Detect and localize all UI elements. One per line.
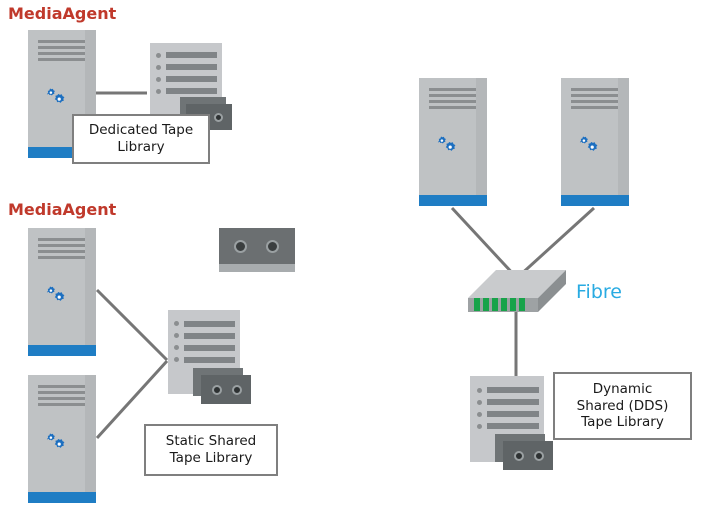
gears-icon [44,286,70,306]
callout-line-1: Dedicated Tape [88,122,194,139]
server-tower-icon-3[interactable] [28,375,96,503]
server-side-shade [618,78,629,206]
callout-line-1: Dynamic [592,380,653,397]
server-tower-icon-5[interactable] [561,78,629,206]
callout-dedicated-tape-library[interactable]: Dedicated Tape Library [72,114,210,164]
cartridge-reel-hole-left [234,240,247,253]
diagram-canvas: MediaAgent MediaAgent Dedicated Tape Lib… [0,0,709,515]
callout-dynamic-shared-dds-tape-library[interactable]: Dynamic Shared (DDS) Tape Library [553,372,692,440]
tape-library-icon-2[interactable] [168,310,251,418]
tape-cartridge-icon-front [201,375,251,404]
cartridge-reel-hole [214,113,223,122]
gears-icon [44,433,70,453]
fibre-switch-icon[interactable] [462,268,572,326]
server-vents [37,40,86,64]
cartridge-reel-hole-left [212,385,222,395]
server-status-bar [419,195,487,206]
server-vents [37,238,86,262]
library-rows [156,52,217,100]
server-side-shade [85,375,96,503]
callout-line-3: Tape Library [581,414,664,431]
cartridge-lip [219,264,295,272]
callout-line-1: Static Shared [165,433,257,450]
gears-icon [577,136,603,156]
server-side-shade [85,228,96,356]
library-rows [174,320,235,369]
gears-icon [44,88,70,108]
server-side-shade [476,78,487,206]
callout-line-2: Library [117,139,165,155]
tape-cartridge-icon-front [503,441,553,470]
link-ma4-sw1 [450,206,518,279]
tape-cartridge-icon-standalone[interactable] [219,228,295,272]
callout-static-shared-tape-library[interactable]: Static Shared Tape Library [144,424,278,476]
cartridge-reel-hole-right [534,451,544,461]
server-tower-icon-4[interactable] [419,78,487,206]
cartridge-reel-hole-right [232,385,242,395]
library-rows [476,387,539,435]
link-ma5-sw1 [516,206,596,279]
cartridge-reel-hole-right [266,240,279,253]
server-tower-icon-2[interactable] [28,228,96,356]
cartridge-shell [219,228,295,265]
server-vents [37,385,86,409]
callout-line-2: Tape Library [169,450,253,466]
tape-library-icon-3[interactable] [470,376,553,486]
cartridge-reel-hole-left [514,451,524,461]
server-status-bar [28,345,96,356]
gears-icon [435,136,461,156]
server-status-bar [561,195,629,206]
server-vents [570,88,619,112]
server-status-bar [28,492,96,503]
server-vents [428,88,477,112]
link-ma2-lib2 [95,288,169,362]
callout-line-2: Shared (DDS) [576,397,669,414]
